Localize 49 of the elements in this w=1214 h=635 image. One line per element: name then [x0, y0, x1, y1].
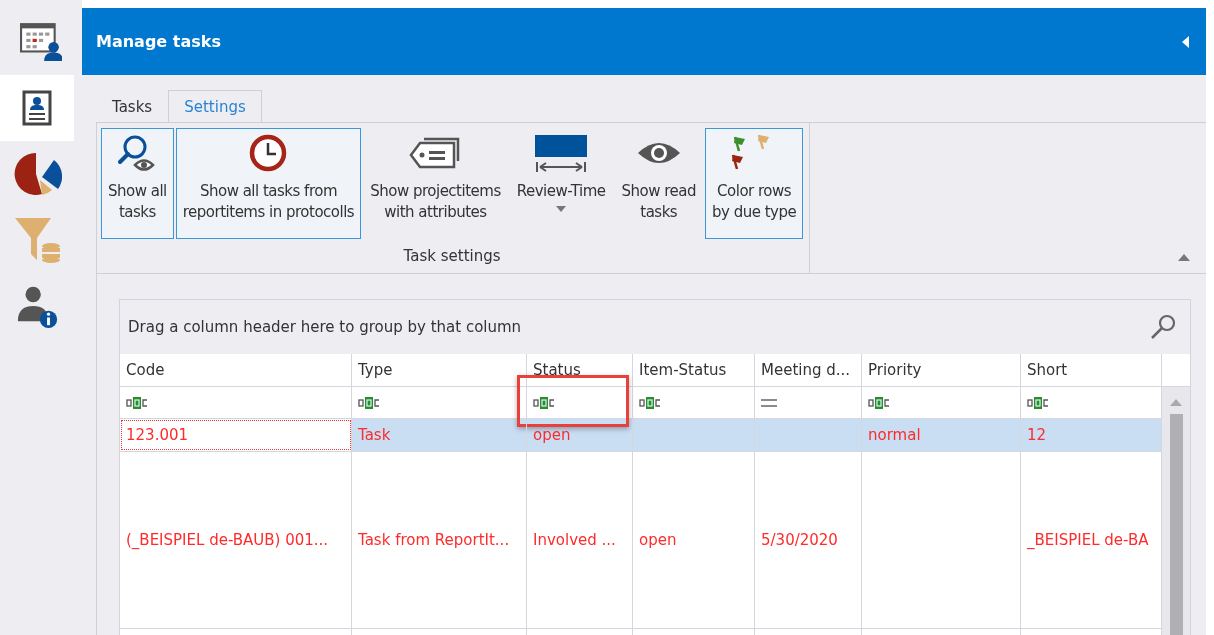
text-filter-icon[interactable] — [533, 396, 555, 409]
ribbon-tab[interactable]: Settings — [168, 90, 262, 122]
clock-icon — [248, 133, 289, 173]
group-panel-hint: Drag a column header here to group by that column — [128, 318, 522, 336]
table-cell: normal — [868, 426, 921, 444]
column-header[interactable]: Item-Status — [633, 354, 755, 386]
collapse-ribbon-icon[interactable] — [1178, 254, 1190, 261]
collapse-icon[interactable] — [1182, 35, 1190, 48]
calendar-person-icon — [20, 22, 62, 61]
column-header[interactable]: Short — [1021, 354, 1162, 386]
panel-title: Manage tasks — [96, 32, 221, 51]
table-cell: 123.001 — [126, 426, 189, 444]
scrollbar[interactable] — [1162, 387, 1190, 635]
table-row[interactable]: 123.001 Task open normal 12 — [120, 419, 1162, 452]
table-cell: Task — [358, 426, 391, 444]
timeline-icon — [534, 133, 589, 173]
table-cell: _BEISPIEL de-BA — [1027, 531, 1149, 549]
ribbon-button[interactable]: Review-Time — [509, 128, 613, 239]
table-cell: Involved ... — [533, 531, 616, 549]
column-header[interactable]: Type — [352, 354, 527, 386]
text-filter-icon[interactable] — [639, 396, 661, 409]
contact-card-icon — [22, 90, 52, 126]
table-cell: 12 — [1027, 426, 1047, 444]
table-cell: open — [533, 426, 571, 444]
funnel-database-icon — [13, 216, 61, 264]
equals-filter-icon[interactable] — [761, 398, 777, 407]
table-cell: (_BEISPIEL de-BAUB) 001... — [126, 531, 329, 549]
ribbon-button[interactable]: Show projectitems with attributes — [363, 128, 508, 239]
ribbon-button[interactable]: Show read tasks — [614, 128, 703, 239]
text-filter-icon[interactable] — [126, 396, 148, 409]
column-header[interactable]: Code — [120, 354, 352, 386]
table-row[interactable]: (_BEISPIEL de-BAUB) 001... Task from ReportIt... Involved ... open 5/30/2020 _BEISPIEL de-BA — [120, 452, 1162, 629]
column-header[interactable]: Meeting d... — [755, 354, 862, 386]
column-header[interactable]: Priority — [862, 354, 1021, 386]
ribbon-tab[interactable]: Tasks — [96, 90, 169, 122]
sidebar-tab[interactable] — [0, 75, 74, 141]
table-cell: open — [639, 531, 677, 549]
group-label: Task settings — [402, 247, 502, 265]
table-cell: 5/30/2020 — [761, 531, 838, 549]
ribbon-button[interactable]: Show all tasks — [101, 128, 174, 239]
search-icon[interactable] — [1150, 314, 1176, 340]
column-header[interactable]: Status — [527, 354, 633, 386]
scrollbar-thumb[interactable] — [1169, 414, 1183, 635]
ribbon-button[interactable]: Show all tasks from reportitems in protocolls — [175, 128, 362, 239]
ribbon-button[interactable]: Color rows by due type — [705, 128, 804, 239]
text-filter-icon[interactable] — [868, 396, 890, 409]
table-cell: Task from ReportIt... — [358, 531, 510, 549]
text-filter-icon[interactable] — [358, 396, 380, 409]
text-filter-icon[interactable] — [1027, 396, 1049, 409]
